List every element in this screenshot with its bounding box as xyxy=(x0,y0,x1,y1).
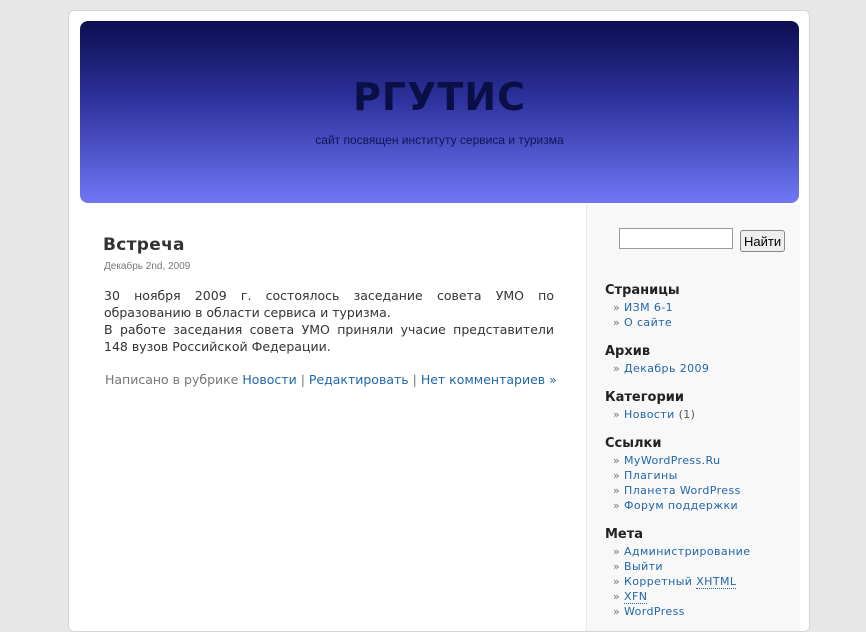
post-date: Декабрь 2nd, 2009 xyxy=(104,261,191,272)
separator: | xyxy=(300,372,305,387)
meta-link-admin[interactable]: Администрирование xyxy=(624,545,750,558)
post-content: 30 ноября 2009 г. состоялось заседание с… xyxy=(104,287,554,355)
link-mywordpress[interactable]: MyWordPress.Ru xyxy=(624,454,720,467)
list-item: Корретный XHTML xyxy=(613,574,750,589)
category-link-news[interactable]: Новости xyxy=(624,408,675,421)
category-count: (1) xyxy=(678,408,696,421)
sidebar-heading-categories: Категории xyxy=(605,390,684,405)
sidebar-heading-meta: Мета xyxy=(605,527,644,542)
meta-link-wordpress[interactable]: WordPress xyxy=(624,605,685,618)
meta-list: Администрирование Выйти Корретный XHTML … xyxy=(613,544,750,619)
meta-link-xfn[interactable]: XFN xyxy=(624,590,648,604)
categories-list: Новости (1) xyxy=(613,407,695,422)
post-title[interactable]: Встреча xyxy=(103,235,185,255)
blog-title[interactable]: РГУТИС xyxy=(80,75,799,119)
meta-link-xhtml-abbr: XHTML xyxy=(696,575,737,589)
list-item: Декабрь 2009 xyxy=(613,361,709,376)
post-meta: Написано в рубрике Новости | Редактирова… xyxy=(105,372,557,387)
page-link-about[interactable]: О сайте xyxy=(624,316,672,329)
comments-link[interactable]: Нет комментариев » xyxy=(421,372,557,387)
post-paragraph: В работе заседания совета УМО приняли уч… xyxy=(104,322,554,354)
search-button[interactable]: Найти xyxy=(740,230,786,252)
list-item: XFN xyxy=(613,589,750,604)
page-link-izm[interactable]: ИЗМ 6-1 xyxy=(624,301,673,314)
meta-link-xhtml[interactable]: Корретный XHTML xyxy=(624,575,737,589)
sidebar-heading-links: Ссылки xyxy=(605,436,662,451)
pages-list: ИЗМ 6-1 О сайте xyxy=(613,300,673,330)
post-paragraph: 30 ноября 2009 г. состоялось заседание с… xyxy=(104,288,554,320)
edit-link[interactable]: Редактировать xyxy=(309,372,409,387)
list-item: О сайте xyxy=(613,315,673,330)
archive-list: Декабрь 2009 xyxy=(613,361,709,376)
meta-link-logout[interactable]: Выйти xyxy=(624,560,663,573)
sidebar: Найти Страницы ИЗМ 6-1 О сайте Архив Дек… xyxy=(586,205,800,631)
blog-header: РГУТИС сайт посвящен институту сервиса и… xyxy=(80,21,799,203)
link-support-forum[interactable]: Форум поддержки xyxy=(624,499,738,512)
list-item: Выйти xyxy=(613,559,750,574)
list-item: WordPress xyxy=(613,604,750,619)
archive-link-dec-2009[interactable]: Декабрь 2009 xyxy=(624,362,709,375)
category-link[interactable]: Новости xyxy=(242,372,296,387)
list-item: Новости (1) xyxy=(613,407,695,422)
links-list: MyWordPress.Ru Плагины Планета WordPress… xyxy=(613,453,741,513)
sidebar-heading-archive: Архив xyxy=(605,344,651,359)
blog-description: сайт посвящен институту сервиса и туризм… xyxy=(315,133,564,147)
link-planet-wordpress[interactable]: Планета WordPress xyxy=(624,484,741,497)
list-item: ИЗМ 6-1 xyxy=(613,300,673,315)
list-item: Плагины xyxy=(613,468,741,483)
list-item: MyWordPress.Ru xyxy=(613,453,741,468)
list-item: Планета WordPress xyxy=(613,483,741,498)
meta-link-xhtml-text: Корретный xyxy=(624,575,697,588)
separator: | xyxy=(412,372,417,387)
sidebar-heading-pages: Страницы xyxy=(605,283,680,298)
post-meta-prefix: Написано в рубрике xyxy=(105,372,239,387)
list-item: Форум поддержки xyxy=(613,498,741,513)
page-container: РГУТИС сайт посвящен институту сервиса и… xyxy=(68,10,810,632)
search-input[interactable] xyxy=(619,228,733,249)
link-plugins[interactable]: Плагины xyxy=(624,469,678,482)
list-item: Администрирование xyxy=(613,544,750,559)
